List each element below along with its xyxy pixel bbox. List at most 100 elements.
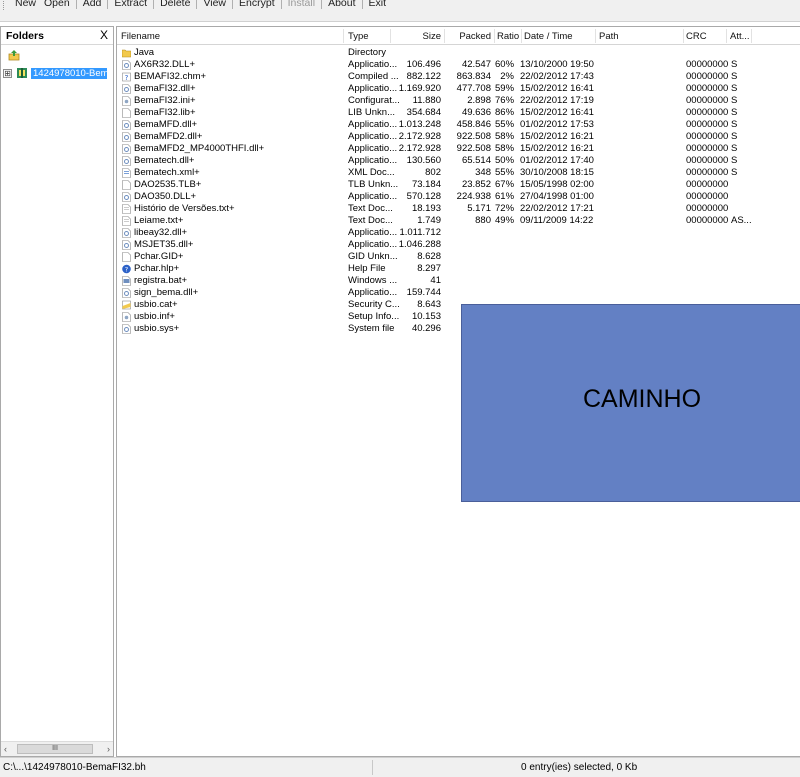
file-ratio: 55% bbox=[495, 167, 515, 178]
toolbar-view-button[interactable]: View bbox=[199, 0, 230, 9]
file-row[interactable]: BemaMFD2_MP4000THFI.dll+ Applicatio... 2.1… bbox=[117, 143, 800, 155]
toolbar-install-button[interactable]: Install bbox=[284, 0, 319, 9]
file-name: DAO2535.TLB+ bbox=[134, 179, 202, 190]
toolbar-exit-button[interactable]: Exit bbox=[365, 0, 391, 9]
file-crc: 00000000 bbox=[686, 191, 729, 202]
column-header-path[interactable]: Path bbox=[599, 31, 619, 42]
dll-file-icon bbox=[122, 240, 131, 250]
toolbar-items: New Open Add Extract Delete View Encrypt Instal… bbox=[3, 0, 390, 10]
file-row[interactable]: ? Pchar.hlp+ Help File 8.297 bbox=[117, 263, 800, 275]
file-row[interactable]: Pchar.GID+ GID Unkn... 8.628 bbox=[117, 251, 800, 263]
file-datetime: 15/02/2012 16:41 bbox=[520, 107, 594, 118]
toolbar-open-button[interactable]: Open bbox=[40, 0, 74, 9]
file-packed: 922.508 bbox=[456, 131, 491, 142]
toolbar-extract-button[interactable]: Extract bbox=[110, 0, 151, 9]
close-icon[interactable]: X bbox=[100, 28, 108, 42]
txt-file-icon bbox=[122, 216, 131, 226]
scroll-left-icon[interactable]: ‹ bbox=[4, 744, 7, 754]
file-name: BEMAFI32.chm+ bbox=[134, 71, 207, 82]
file-packed: 458.846 bbox=[456, 119, 491, 130]
expand-icon[interactable]: ⊞ bbox=[3, 68, 12, 78]
column-header-ratio[interactable]: Ratio bbox=[497, 31, 519, 42]
file-crc: 00000000 bbox=[686, 167, 729, 178]
column-divider[interactable] bbox=[494, 29, 495, 43]
folders-horizontal-scrollbar[interactable]: ‹ III › bbox=[1, 741, 113, 756]
scroll-thumb[interactable]: III bbox=[17, 744, 93, 754]
toolbar-encrypt-button[interactable]: Encrypt bbox=[235, 0, 279, 9]
file-row[interactable]: DAO2535.TLB+ TLB Unkn... 73.184 23.852 67% 15… bbox=[117, 179, 800, 191]
column-divider[interactable] bbox=[521, 29, 522, 43]
file-datetime: 15/02/2012 16:21 bbox=[520, 143, 594, 154]
file-row[interactable]: BemaMFD.dll+ Applicatio... 1.013.248 458.84… bbox=[117, 119, 800, 131]
file-crc: 00000000 bbox=[686, 131, 729, 142]
column-divider[interactable] bbox=[683, 29, 684, 43]
file-row[interactable]: Bematech.xml+ XML Doc... 802 348 55% 30/10/20… bbox=[117, 167, 800, 179]
file-name: libeay32.dll+ bbox=[134, 227, 188, 238]
file-row[interactable]: BemaFI32.lib+ LIB Unkn... 354.684 49.636 86%… bbox=[117, 107, 800, 119]
column-divider[interactable] bbox=[343, 29, 344, 43]
scroll-right-icon[interactable]: › bbox=[107, 744, 110, 754]
toolbar-delete-button[interactable]: Delete bbox=[156, 0, 194, 9]
column-header-attributes[interactable]: Att... bbox=[730, 31, 750, 42]
tree-node-label[interactable]: 1424978010-BemaFI32.bh bbox=[31, 67, 107, 79]
column-divider[interactable] bbox=[595, 29, 596, 43]
file-datetime: 15/02/2012 16:21 bbox=[520, 131, 594, 142]
file-row[interactable]: BemaFI32.dll+ Applicatio... 1.169.920 477.7… bbox=[117, 83, 800, 95]
file-row[interactable]: DAO350.DLL+ Applicatio... 570.128 224.938 61… bbox=[117, 191, 800, 203]
column-header-datetime[interactable]: Date / Time bbox=[524, 31, 573, 42]
file-row[interactable]: Histório de Versões.txt+ Text Doc... 18.19… bbox=[117, 203, 800, 215]
status-selection: 0 entry(ies) selected, 0 Kb bbox=[521, 762, 638, 773]
file-ratio: 67% bbox=[495, 179, 515, 190]
file-row[interactable]: sign_bema.dll+ Applicatio... 159.744 bbox=[117, 287, 800, 299]
file-type: Directory bbox=[348, 47, 387, 58]
file-row[interactable]: libeay32.dll+ Applicatio... 1.011.712 bbox=[117, 227, 800, 239]
toolbar-separator bbox=[153, 0, 155, 9]
column-header-crc[interactable]: CRC bbox=[686, 31, 707, 42]
file-name: DAO350.DLL+ bbox=[134, 191, 197, 202]
folder-up-icon[interactable] bbox=[8, 49, 20, 61]
folders-header: Folders X bbox=[1, 27, 113, 45]
file-type: XML Doc... bbox=[348, 167, 395, 178]
file-ratio: 60% bbox=[495, 59, 515, 70]
blank-file-icon bbox=[122, 252, 131, 262]
file-attributes: S bbox=[731, 155, 738, 166]
xml-file-icon bbox=[122, 168, 131, 178]
file-type: Applicatio... bbox=[348, 287, 398, 298]
column-divider[interactable] bbox=[726, 29, 727, 43]
file-row[interactable]: Java Directory bbox=[117, 47, 800, 59]
toolbar-new-button[interactable]: New bbox=[11, 0, 40, 9]
file-row[interactable]: Leiame.txt+ Text Doc... 1.749 880 49% 09/11/2… bbox=[117, 215, 800, 227]
column-header-size[interactable]: Size bbox=[392, 31, 441, 42]
file-row[interactable]: BemaFI32.ini+ Configurat... 11.880 2.898 76%… bbox=[117, 95, 800, 107]
cat-file-icon bbox=[122, 300, 131, 310]
file-datetime: 27/04/1998 01:00 bbox=[520, 191, 594, 202]
file-row[interactable]: Bematech.dll+ Applicatio... 130.560 65.514 5… bbox=[117, 155, 800, 167]
file-ratio: 55% bbox=[495, 119, 515, 130]
toolbar-about-button[interactable]: About bbox=[324, 0, 359, 9]
toolbar-add-button[interactable]: Add bbox=[79, 0, 106, 9]
file-type: Text Doc... bbox=[348, 215, 393, 226]
file-row[interactable]: registra.bat+ Windows ... 41 bbox=[117, 275, 800, 287]
file-row[interactable]: ? BEMAFI32.chm+ Compiled ... 882.122 863.834… bbox=[117, 71, 800, 83]
column-header-packed[interactable]: Packed bbox=[445, 31, 491, 42]
help-file-icon: ? bbox=[122, 264, 131, 273]
column-divider[interactable] bbox=[390, 29, 391, 43]
file-row[interactable]: MSJET35.dll+ Applicatio... 1.046.288 bbox=[117, 239, 800, 251]
toolbar-grip[interactable] bbox=[3, 0, 7, 10]
tree-node-archive[interactable]: ⊞ 1424978010-BemaFI32.bh bbox=[3, 67, 107, 79]
file-type: Configurat... bbox=[348, 95, 400, 106]
file-size: 1.169.920 bbox=[398, 83, 441, 94]
file-name: Pchar.GID+ bbox=[134, 251, 184, 262]
file-name: Histório de Versões.txt+ bbox=[134, 203, 235, 214]
file-row[interactable]: BemaMFD2.dll+ Applicatio... 2.172.928 922.5… bbox=[117, 131, 800, 143]
file-size: 41 bbox=[430, 275, 441, 286]
file-crc: 00000000 bbox=[686, 179, 729, 190]
file-size: 570.128 bbox=[406, 191, 441, 202]
column-divider[interactable] bbox=[751, 29, 752, 43]
file-name: usbio.cat+ bbox=[134, 299, 178, 310]
column-header-filename[interactable]: Filename bbox=[121, 31, 160, 42]
column-header-type[interactable]: Type bbox=[348, 31, 369, 42]
file-size: 802 bbox=[425, 167, 441, 178]
file-attributes: S bbox=[731, 59, 738, 70]
file-row[interactable]: AX6R32.DLL+ Applicatio... 106.496 42.547 60%… bbox=[117, 59, 800, 71]
